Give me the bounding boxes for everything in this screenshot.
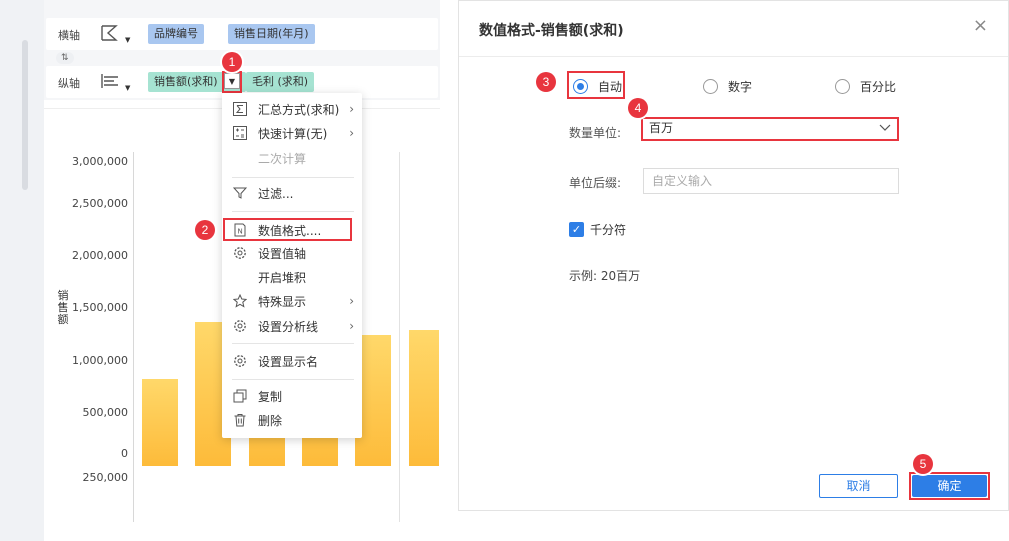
gear-icon	[232, 353, 248, 369]
menu-item-copy[interactable]: 复制	[222, 384, 362, 408]
field-context-menu: 汇总方式(求和) › 快速计算(无) › 二次计算 过滤... N 数值格式..…	[222, 93, 362, 438]
menu-item-stack[interactable]: 开启堆积	[222, 265, 362, 289]
filter-icon	[232, 185, 248, 201]
menu-item-label: 特殊显示	[258, 294, 307, 309]
menu-item-quick-calc[interactable]: 快速计算(无) ›	[222, 121, 362, 145]
radio-percent-label: 百分比	[860, 80, 897, 94]
bars-layer	[0, 0, 440, 541]
dialog-title: 数值格式-销售额(求和)	[479, 23, 624, 39]
menu-separator	[232, 177, 354, 178]
menu-item-filter[interactable]: 过滤...	[222, 181, 362, 205]
menu-item-delete[interactable]: 删除	[222, 408, 362, 432]
highlight-box-2	[223, 218, 352, 241]
menu-item-label: 删除	[258, 413, 283, 428]
chevron-right-icon: ›	[349, 294, 354, 308]
radio-auto[interactable]: 自动	[573, 78, 622, 95]
chevron-down-icon	[879, 119, 891, 142]
bar[interactable]	[409, 329, 439, 466]
menu-item-label: 汇总方式(求和)	[258, 102, 340, 117]
ok-button[interactable]: 确定	[912, 475, 987, 497]
sigma-icon	[232, 101, 248, 117]
menu-item-label: 快速计算(无)	[258, 126, 328, 141]
radio-number[interactable]: 数字	[703, 78, 752, 95]
suffix-label: 单位后缀:	[569, 176, 622, 190]
chevron-right-icon: ›	[349, 126, 354, 140]
menu-item-value-axis[interactable]: 设置值轴	[222, 241, 362, 265]
menu-item-display-name[interactable]: 设置显示名	[222, 349, 362, 373]
radio-percent-dot[interactable]	[835, 79, 850, 94]
bar[interactable]	[142, 378, 178, 466]
menu-item-secondary-calc: 二次计算	[222, 146, 362, 170]
menu-separator	[232, 211, 354, 212]
trash-icon	[232, 412, 248, 428]
menu-item-analysis-line[interactable]: 设置分析线 ›	[222, 314, 362, 338]
menu-item-special-display[interactable]: 特殊显示 ›	[222, 289, 362, 313]
thousands-separator-option[interactable]: ✓ 千分符	[569, 221, 626, 238]
quick-calc-icon	[232, 125, 248, 141]
chevron-right-icon: ›	[349, 319, 354, 333]
radio-percent[interactable]: 百分比	[835, 78, 896, 95]
star-icon	[232, 293, 248, 309]
step-badge-4: 4	[628, 98, 648, 118]
gear-icon	[232, 245, 248, 261]
menu-item-label: 过滤...	[258, 186, 294, 201]
menu-item-aggregation[interactable]: 汇总方式(求和) ›	[222, 97, 362, 121]
unit-label: 数量单位:	[569, 126, 622, 140]
radio-auto-label: 自动	[598, 80, 623, 94]
chart-editor-panel: 横轴 ▼ 品牌编号 销售日期(年月) ⇅ 纵轴 ▼ 销售额(求和) ▼ 毛利 (…	[0, 0, 440, 541]
unit-select[interactable]: 百万	[643, 119, 897, 139]
menu-item-label: 设置分析线	[258, 319, 319, 334]
menu-item-label: 二次计算	[258, 151, 307, 166]
unit-select-value: 百万	[649, 121, 674, 135]
menu-separator	[232, 379, 354, 380]
menu-item-label: 设置显示名	[258, 354, 319, 369]
close-icon[interactable]: ×	[973, 15, 988, 36]
cancel-button[interactable]: 取消	[819, 474, 898, 498]
copy-icon	[232, 388, 248, 404]
menu-item-label: 设置值轴	[258, 246, 307, 261]
radio-auto-dot[interactable]	[573, 79, 588, 94]
radio-number-label: 数字	[728, 80, 753, 94]
radio-number-dot[interactable]	[703, 79, 718, 94]
step-badge-3: 3	[536, 72, 556, 92]
step-badge-2: 2	[195, 220, 215, 240]
menu-item-label: 开启堆积	[258, 270, 307, 285]
chevron-right-icon: ›	[349, 102, 354, 116]
menu-separator	[232, 343, 354, 344]
suffix-input[interactable]: 自定义输入	[643, 168, 899, 194]
format-example: 示例: 20百万	[569, 269, 641, 283]
checkbox-checked-icon[interactable]: ✓	[569, 222, 584, 237]
menu-item-label: 复制	[258, 389, 283, 404]
gear-icon	[232, 318, 248, 334]
thousands-label: 千分符	[590, 223, 627, 237]
step-badge-1: 1	[222, 52, 242, 72]
step-badge-5: 5	[913, 454, 933, 474]
